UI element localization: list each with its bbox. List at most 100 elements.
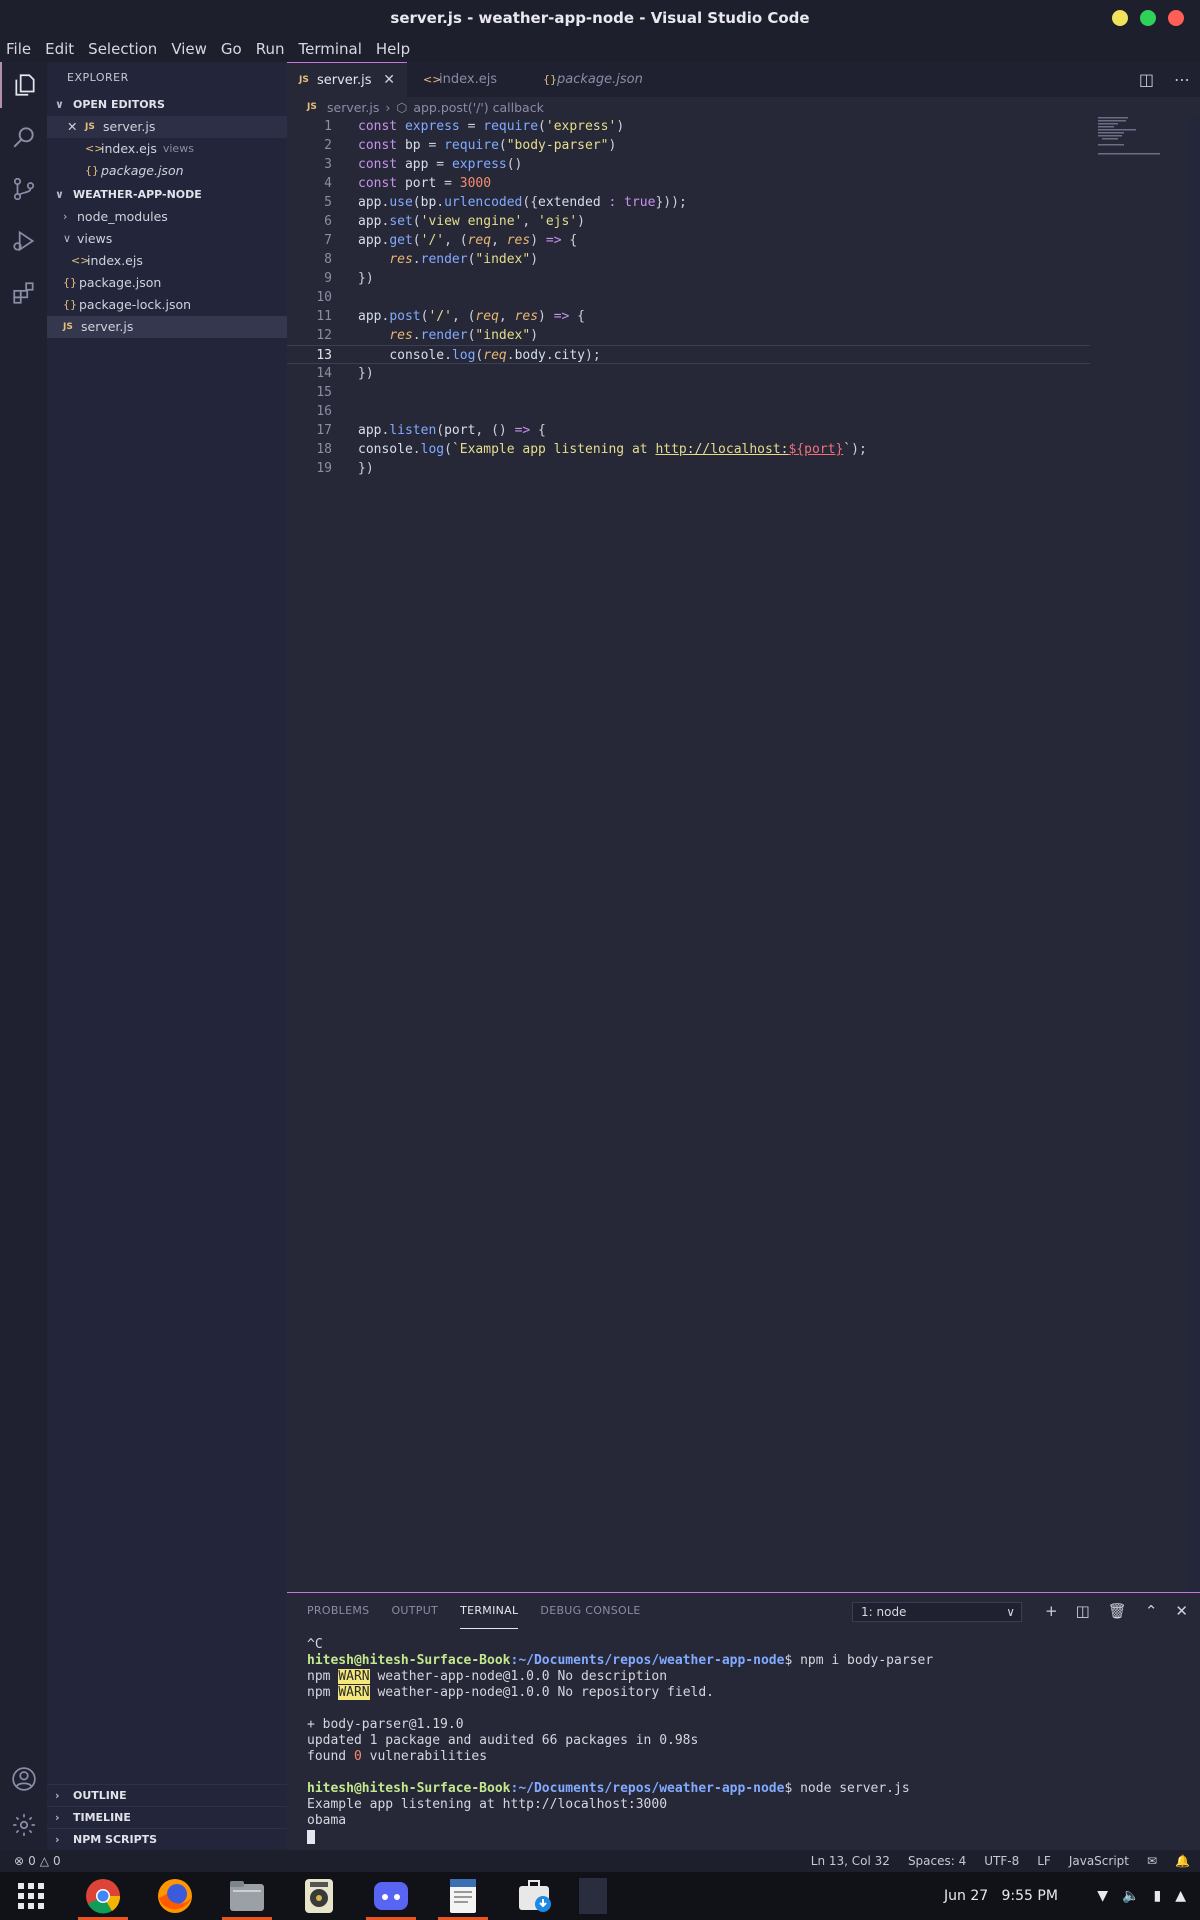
discord-launcher[interactable] [362,1872,420,1920]
files-launcher[interactable] [218,1872,276,1920]
split-editor-icon[interactable]: ◫ [1139,70,1154,89]
editor-scrollbar[interactable] [1187,117,1200,1592]
code-line[interactable]: 6 app.set('view engine', 'ejs') [287,212,1090,231]
breadcrumb-file[interactable]: server.js [327,100,379,115]
tree-node-modules[interactable]: › node_modules [47,206,287,228]
menu-go[interactable]: Go [221,40,242,58]
trash-icon[interactable]: 🗑 [1108,1602,1127,1620]
terminal-select[interactable]: 1: node ∨ [852,1602,1022,1622]
menu-terminal[interactable]: Terminal [299,40,362,58]
tree-package-json[interactable]: {} package.json [47,272,287,294]
new-terminal-icon[interactable]: + [1045,1602,1058,1620]
maximize-panel-icon[interactable]: ⌃ [1145,1602,1158,1620]
tab-terminal[interactable]: TERMINAL [460,1593,519,1629]
tab-problems[interactable]: PROBLEMS [307,1593,369,1629]
tab-debug-console[interactable]: DEBUG CONSOLE [540,1593,640,1629]
window-title: server.js - weather-app-node - Visual St… [390,9,810,27]
code-line[interactable]: 19}) [287,459,1090,478]
manage-activity[interactable] [0,1802,47,1848]
project-section[interactable]: ∨ WEATHER-APP-NODE [47,184,287,206]
menu-edit[interactable]: Edit [45,40,74,58]
menu-run[interactable]: Run [256,40,285,58]
close-window-button[interactable] [1168,10,1184,26]
problems-status[interactable]: ⊗ 0 △ 0 [0,1854,61,1868]
tab-package-json[interactable]: {} package.json [527,62,651,97]
code-line[interactable]: 15 [287,383,1090,402]
more-actions-icon[interactable]: ⋯ [1174,70,1190,89]
npm-scripts-section[interactable]: › NPM SCRIPTS [47,1828,287,1850]
code-editor[interactable]: 1 const express = require('express') 2 cons… [287,117,1187,1592]
open-editors-section[interactable]: ∨ OPEN EDITORS [47,94,287,116]
code-line[interactable]: 3 const app = express() [287,155,1090,174]
code-line[interactable]: 5 app.use(bp.urlencoded({extended : true}… [287,193,1090,212]
maximize-button[interactable] [1140,10,1156,26]
title-bar: server.js - weather-app-node - Visual St… [0,0,1200,36]
code-line[interactable]: 12 res.render("index") [287,326,1090,345]
code-line[interactable]: 8 res.render("index") [287,250,1090,269]
code-line[interactable]: 10 [287,288,1090,307]
clock[interactable]: Jun 27 9:55 PM [944,1872,1058,1920]
source-control-activity[interactable] [0,166,47,212]
tree-package-lock-json[interactable]: {} package-lock.json [47,294,287,316]
text-editor-launcher[interactable] [434,1872,492,1920]
code-line[interactable]: 18 console.log(`Example app listening at … [287,440,1090,459]
code-line[interactable]: 17 app.listen(port, () => { [287,421,1090,440]
vscode-launcher[interactable] [578,1872,608,1920]
search-activity[interactable] [0,114,47,160]
terminal-output[interactable]: ^C hitesh@hitesh-Surface-Book:~/Document… [307,1637,933,1845]
code-line[interactable]: 14}) [287,364,1090,383]
split-terminal-icon[interactable]: ◫ [1076,1602,1090,1620]
close-panel-icon[interactable]: ✕ [1175,1602,1188,1620]
bell-icon[interactable]: 🔔 [1175,1854,1190,1868]
system-tray[interactable]: ▼ 🔈 ▮ ▲ [1097,1872,1186,1920]
menu-help[interactable]: Help [376,40,410,58]
rhythmbox-launcher[interactable] [290,1872,348,1920]
tab-index-ejs[interactable]: <> index.ejs [407,62,527,97]
timeline-section[interactable]: › TIMELINE [47,1806,287,1828]
menu-selection[interactable]: Selection [88,40,157,58]
minimap[interactable] [1098,117,1168,157]
run-debug-activity[interactable] [0,218,47,264]
open-editor-server-js[interactable]: ✕ JS server.js [47,116,287,138]
code-line[interactable]: 9}) [287,269,1090,288]
code-line[interactable]: 16 [287,402,1090,421]
code-line[interactable]: 4 const port = 3000 [287,174,1090,193]
minimize-button[interactable] [1112,10,1128,26]
tab-output[interactable]: OUTPUT [391,1593,438,1629]
line-number: 12 [316,328,332,343]
code-line[interactable]: 13 console.log(req.body.city); [287,345,1090,364]
outline-section[interactable]: › OUTLINE [47,1784,287,1806]
close-tab-icon[interactable]: ✕ [383,72,395,88]
code-line[interactable]: 2 const bp = require("body-parser") [287,136,1090,155]
accounts-activity[interactable] [0,1756,47,1802]
code-line[interactable]: 11 app.post('/', (req, res) => { [287,307,1090,326]
extensions-activity[interactable] [0,270,47,316]
encoding[interactable]: UTF-8 [984,1854,1019,1868]
open-editor-index-ejs[interactable]: <> index.ejs views [47,138,287,160]
menu-view[interactable]: View [171,40,207,58]
software-updater-launcher[interactable] [506,1872,564,1920]
explorer-activity[interactable] [0,62,47,108]
menu-file[interactable]: File [6,40,31,58]
open-editor-package-json[interactable]: {} package.json [47,160,287,182]
cursor-position[interactable]: Ln 13, Col 32 [811,1854,890,1868]
code-line[interactable]: 1 const express = require('express') [287,117,1090,136]
indentation[interactable]: Spaces: 4 [908,1854,966,1868]
language-mode[interactable]: JavaScript [1069,1854,1129,1868]
app-grid-button[interactable] [2,1872,60,1920]
feedback-icon[interactable]: ✉ [1147,1854,1157,1868]
end-of-line[interactable]: LF [1037,1854,1051,1868]
chrome-launcher[interactable] [74,1872,132,1920]
tree-server-js[interactable]: JS server.js [47,316,287,338]
breadcrumb-symbol[interactable]: app.post('/') callback [413,100,544,115]
terminal-line: npm WARN weather-app-node@1.0.0 No descr… [307,1669,668,1684]
tab-server-js[interactable]: JS server.js ✕ [287,62,407,97]
close-icon[interactable]: ✕ [67,116,85,138]
symbol-method-icon: ⬡ [396,99,408,115]
line-number: 5 [324,195,332,210]
account-icon [11,1767,36,1791]
firefox-launcher[interactable] [146,1872,204,1920]
tree-index-ejs[interactable]: <> index.ejs [47,250,287,272]
code-line[interactable]: 7 app.get('/', (req, res) => { [287,231,1090,250]
tree-views-folder[interactable]: ∨ views [47,228,287,250]
